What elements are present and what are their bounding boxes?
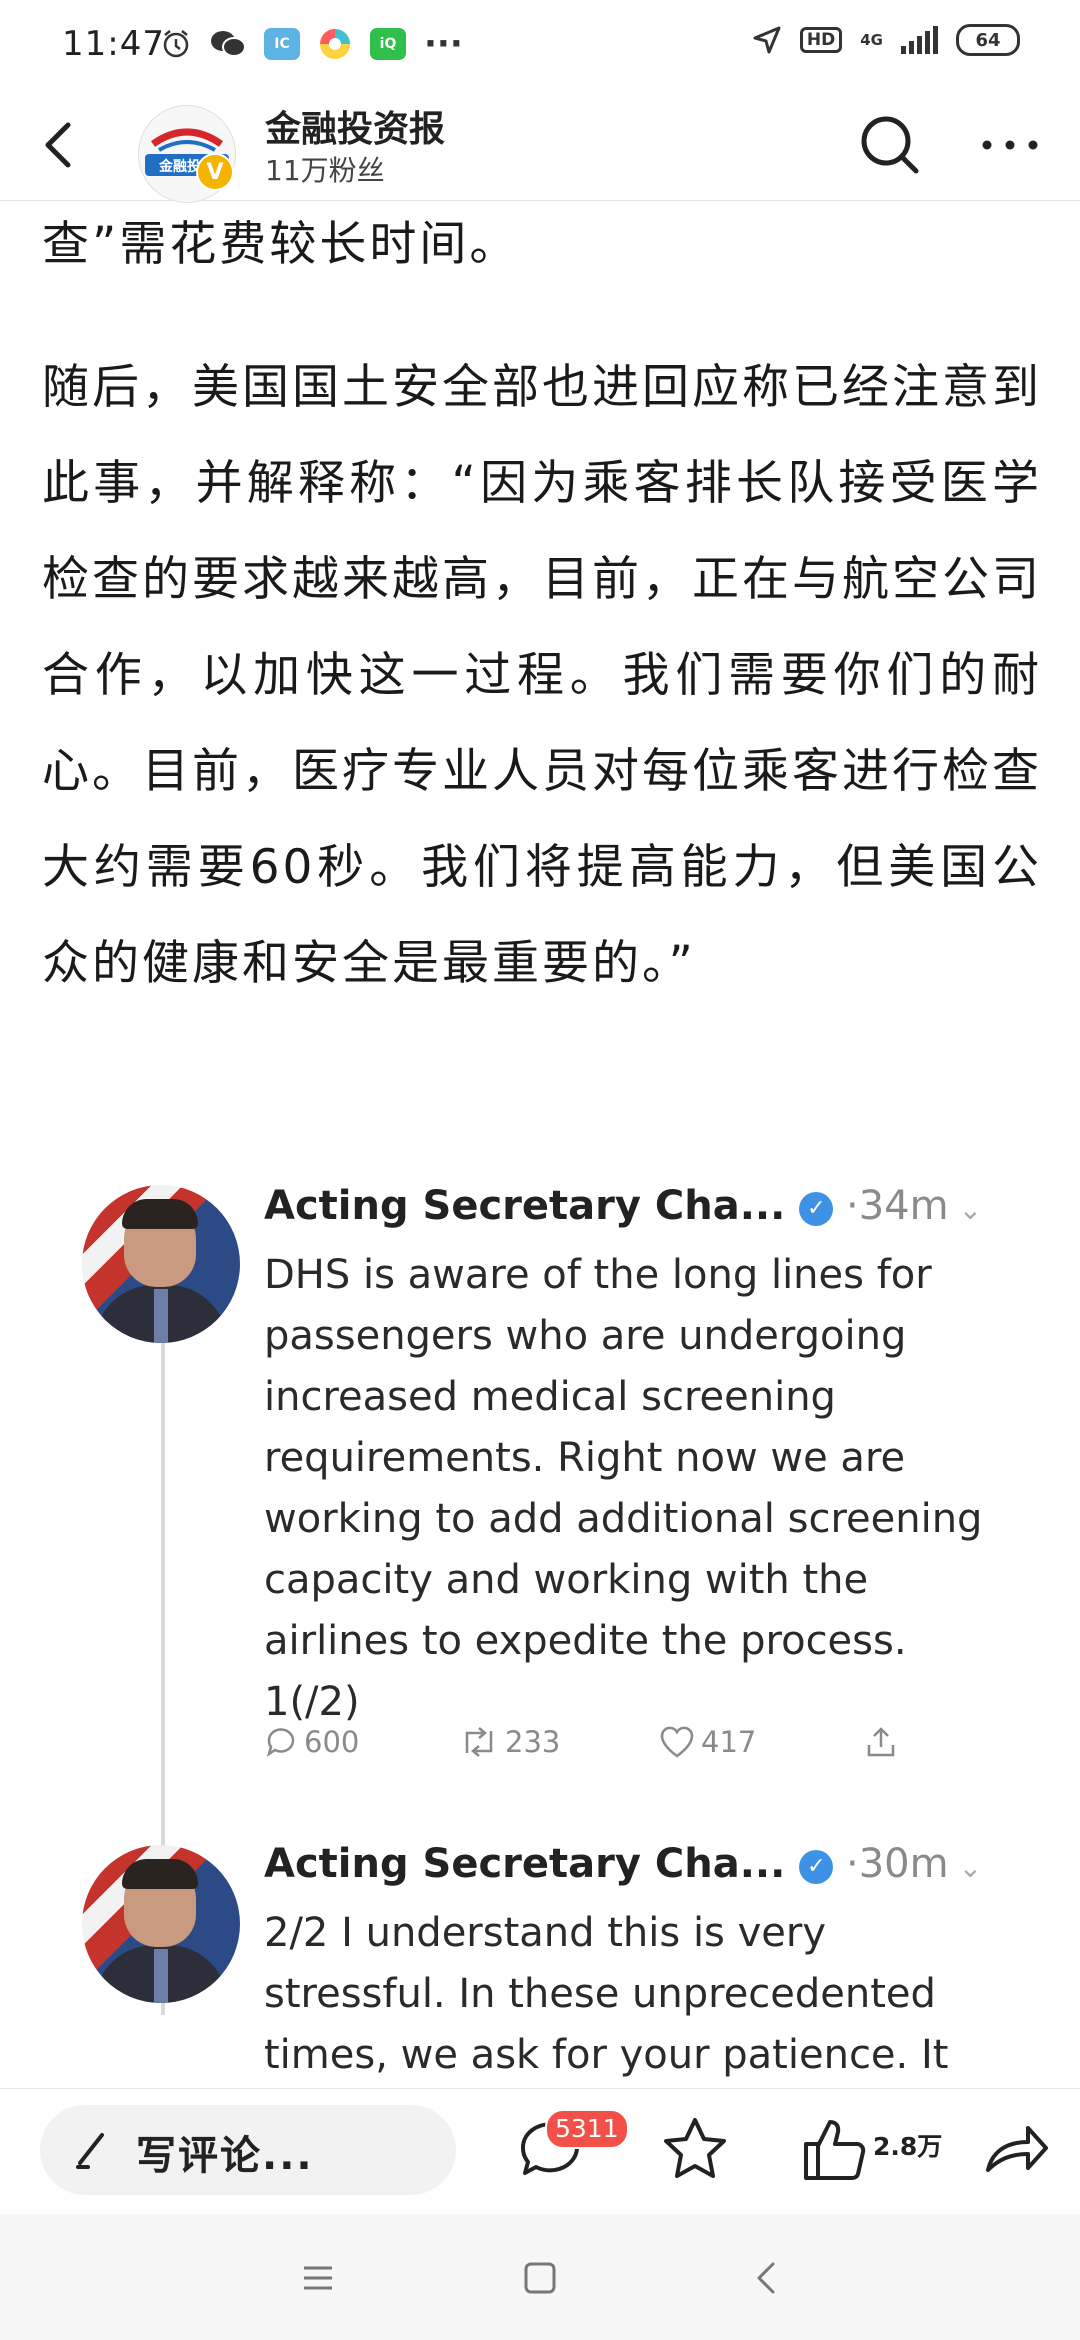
chevron-down-icon: ⌄ bbox=[958, 1851, 983, 1884]
comment-count-badge: 5311 bbox=[545, 2109, 629, 2149]
reply-icon bbox=[266, 1728, 295, 1757]
pen-icon bbox=[76, 2133, 104, 2169]
retweet-icon bbox=[465, 1727, 493, 1757]
reply-action: 600 bbox=[264, 1725, 359, 1759]
search-icon[interactable] bbox=[855, 110, 925, 180]
status-time: 11:47 bbox=[62, 24, 165, 64]
system-navigation-bar bbox=[0, 2214, 1080, 2340]
menu-icon[interactable] bbox=[298, 2258, 338, 2298]
like-count: 417 bbox=[701, 1725, 757, 1759]
retweet-action: 233 bbox=[459, 1725, 560, 1759]
verified-icon: ✓ bbox=[799, 1192, 834, 1226]
wechat-icon bbox=[210, 29, 246, 59]
status-bar: 11:47 IC iQ ··· HD 4G 64 bbox=[0, 0, 1080, 95]
bottom-action-bar: 写评论... 5311 2.8万 bbox=[0, 2088, 1080, 2214]
signal-icon bbox=[901, 26, 938, 54]
verified-icon: ✓ bbox=[799, 1850, 834, 1884]
vip-badge: V bbox=[196, 153, 234, 191]
article-paragraph: 随后，美国国土安全部也进回应称已经注意到此事，并解释称：“因为乘客排长队接受医学… bbox=[42, 360, 1042, 991]
heart-icon bbox=[660, 1726, 694, 1758]
tweet-header: Acting Secretary Cha... ✓ ·30m ⌄ bbox=[264, 1841, 983, 1887]
tweet-actions: 600 233 417 bbox=[264, 1725, 964, 1775]
follower-count: 11万粉丝 bbox=[265, 154, 385, 187]
app-icon: IC bbox=[264, 28, 300, 60]
share-icon[interactable] bbox=[980, 2114, 1050, 2184]
tweet-screenshot-image[interactable]: Acting Secretary Cha... ✓ ·34m ⌄ DHS is aw… bbox=[74, 1165, 1014, 2085]
account-name[interactable]: 金融投资报 bbox=[265, 100, 445, 152]
star-icon[interactable] bbox=[660, 2114, 730, 2184]
like-action: 417 bbox=[659, 1725, 756, 1759]
share-icon bbox=[867, 1727, 895, 1757]
more-icon[interactable] bbox=[975, 110, 1045, 180]
tweet-time: 30m bbox=[858, 1841, 949, 1887]
retweet-count: 233 bbox=[505, 1725, 561, 1759]
back-icon[interactable] bbox=[30, 115, 90, 175]
hd-badge: HD bbox=[799, 27, 843, 53]
tweet-text: DHS is aware of the long lines for passe… bbox=[264, 1252, 983, 1725]
tweet-author: Acting Secretary Cha... bbox=[264, 1841, 786, 1887]
comment-placeholder: 写评论... bbox=[136, 2133, 314, 2179]
battery-icon: 64 bbox=[956, 24, 1020, 56]
comment-input[interactable]: 写评论... bbox=[40, 2105, 456, 2195]
tweet-author: Acting Secretary Cha... bbox=[264, 1183, 786, 1229]
top-bar: 金融投资 V 金融投资报 11万粉丝 bbox=[0, 95, 1080, 203]
tweet-time: 34m bbox=[858, 1183, 949, 1229]
back-nav-icon[interactable] bbox=[748, 2258, 788, 2298]
vip-mark: V bbox=[206, 159, 224, 185]
chevron-down-icon: ⌄ bbox=[958, 1193, 983, 1226]
iqiyi-icon: iQ bbox=[370, 28, 406, 60]
tweet-text: 2/2 I understand this is very stressful.… bbox=[264, 1910, 949, 2078]
system-indicators: HD 4G 64 bbox=[752, 24, 1020, 56]
alarm-icon bbox=[160, 28, 192, 60]
share-action bbox=[864, 1725, 898, 1759]
network-type: 4G bbox=[860, 31, 883, 49]
location-icon bbox=[753, 26, 781, 54]
home-icon[interactable] bbox=[520, 2258, 560, 2298]
like-count: 2.8万 bbox=[873, 2132, 943, 2161]
thumbs-up-icon[interactable] bbox=[800, 2114, 870, 2184]
article-paragraph: 查”需花费较长时间。 bbox=[42, 217, 520, 272]
reply-count: 600 bbox=[304, 1725, 360, 1759]
battery-level: 64 bbox=[975, 29, 1001, 51]
tweet-avatar bbox=[82, 1185, 240, 1343]
notification-icons: IC iQ ··· bbox=[160, 24, 463, 64]
tweet-header: Acting Secretary Cha... ✓ ·34m ⌄ bbox=[264, 1183, 983, 1229]
colorful-app-icon bbox=[318, 27, 352, 61]
more-dots-icon: ··· bbox=[424, 24, 463, 64]
tweet-avatar bbox=[82, 1845, 240, 2003]
